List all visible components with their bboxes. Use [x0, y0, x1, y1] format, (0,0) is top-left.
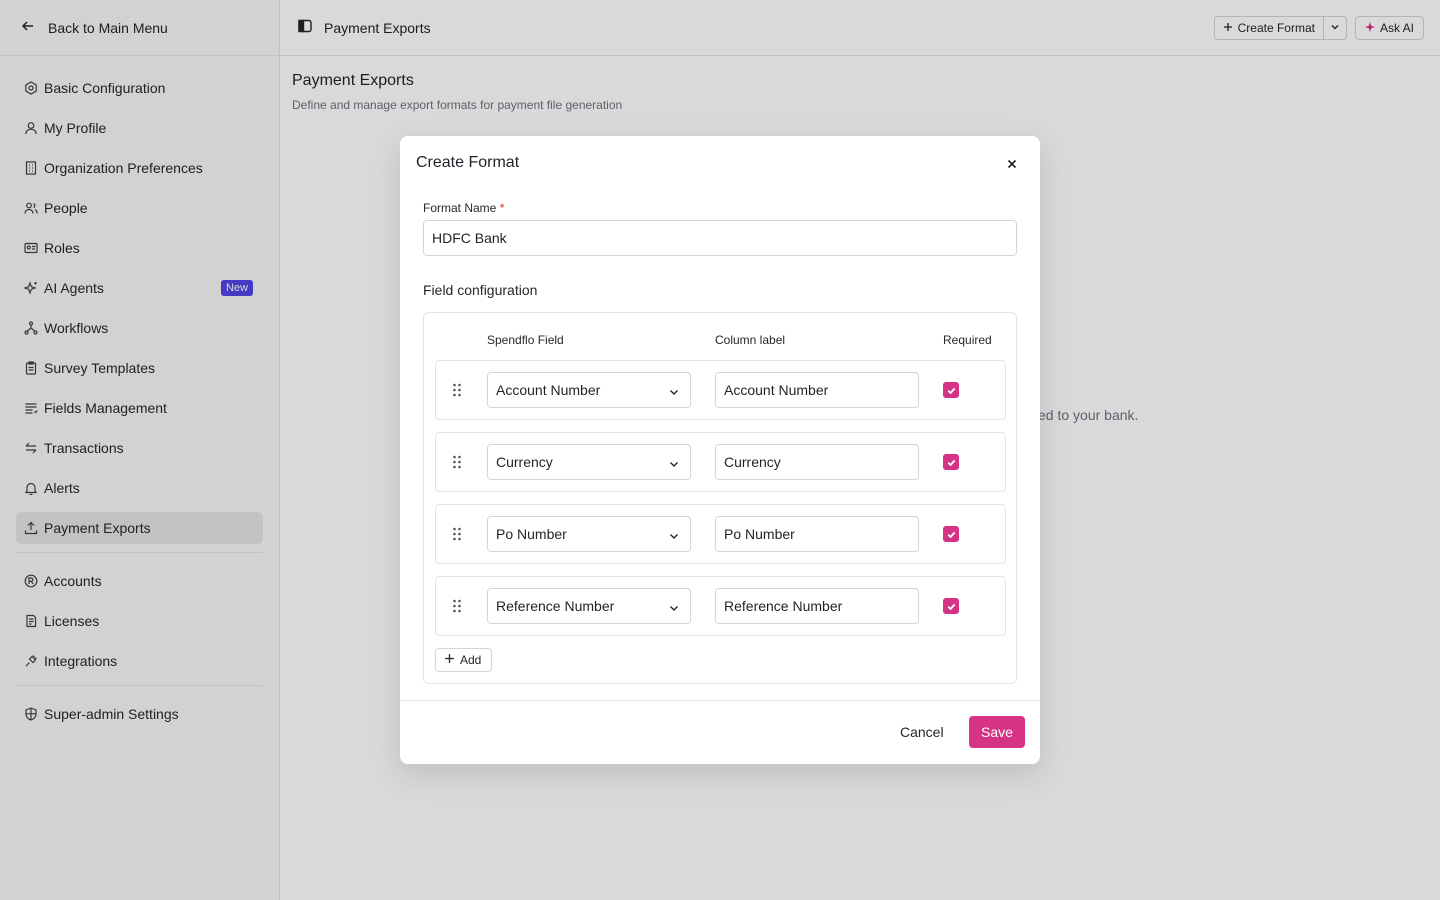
column-header-field: Spendflo Field [487, 333, 564, 347]
spendflo-field-select[interactable]: Currency [487, 444, 691, 480]
modal-footer-divider [400, 700, 1040, 701]
cancel-button[interactable]: Cancel [892, 716, 952, 748]
required-checkbox[interactable] [943, 598, 959, 614]
field-row: Account Number [435, 360, 1006, 420]
field-row: Reference Number [435, 576, 1006, 636]
chevron-down-icon [668, 457, 680, 469]
chevron-down-icon [668, 385, 680, 397]
modal-title: Create Format [416, 154, 520, 171]
column-label-input[interactable] [715, 588, 919, 624]
field-configuration-title: Field configuration [423, 282, 538, 298]
save-button[interactable]: Save [969, 716, 1025, 748]
add-field-button[interactable]: Add [435, 648, 493, 672]
drag-handle-icon[interactable] [451, 383, 463, 397]
column-label-input[interactable] [715, 516, 919, 552]
field-configuration-box: Spendflo Field Column label Required Acc… [423, 312, 1017, 684]
close-button[interactable] [1004, 156, 1020, 172]
column-label-input[interactable] [715, 444, 919, 480]
drag-handle-icon[interactable] [451, 527, 463, 541]
check-icon [947, 603, 955, 610]
column-header-label: Column label [715, 333, 786, 347]
spendflo-field-select[interactable]: Account Number [487, 372, 691, 408]
field-row: Currency [435, 432, 1006, 492]
format-name-input[interactable] [423, 220, 1017, 256]
drag-handle-icon[interactable] [451, 599, 463, 613]
create-format-modal: Create Format Format Name * Field config… [400, 136, 1040, 764]
close-icon [1007, 159, 1017, 169]
check-icon [947, 459, 955, 466]
required-asterisk: * [499, 201, 505, 215]
spendflo-field-select[interactable]: Po Number [487, 516, 691, 552]
spendflo-field-select[interactable]: Reference Number [487, 588, 691, 624]
chevron-down-icon [668, 529, 680, 541]
drag-handle-icon[interactable] [451, 455, 463, 469]
required-checkbox[interactable] [943, 382, 959, 398]
format-name-label: Format Name * [423, 201, 504, 215]
check-icon [947, 531, 955, 538]
column-header-required: Required [943, 333, 992, 347]
check-icon [947, 387, 955, 394]
column-label-input[interactable] [715, 372, 919, 408]
required-checkbox[interactable] [943, 454, 959, 470]
chevron-down-icon [668, 601, 680, 613]
add-label: Add [460, 653, 482, 667]
select-value: Reference Number [496, 598, 615, 614]
select-value: Currency [496, 454, 553, 470]
select-value: Account Number [496, 382, 601, 398]
required-checkbox[interactable] [943, 526, 959, 542]
select-value: Po Number [496, 526, 567, 542]
plus-icon [444, 653, 455, 667]
field-row: Po Number [435, 504, 1006, 564]
format-name-label-text: Format Name [423, 201, 497, 215]
